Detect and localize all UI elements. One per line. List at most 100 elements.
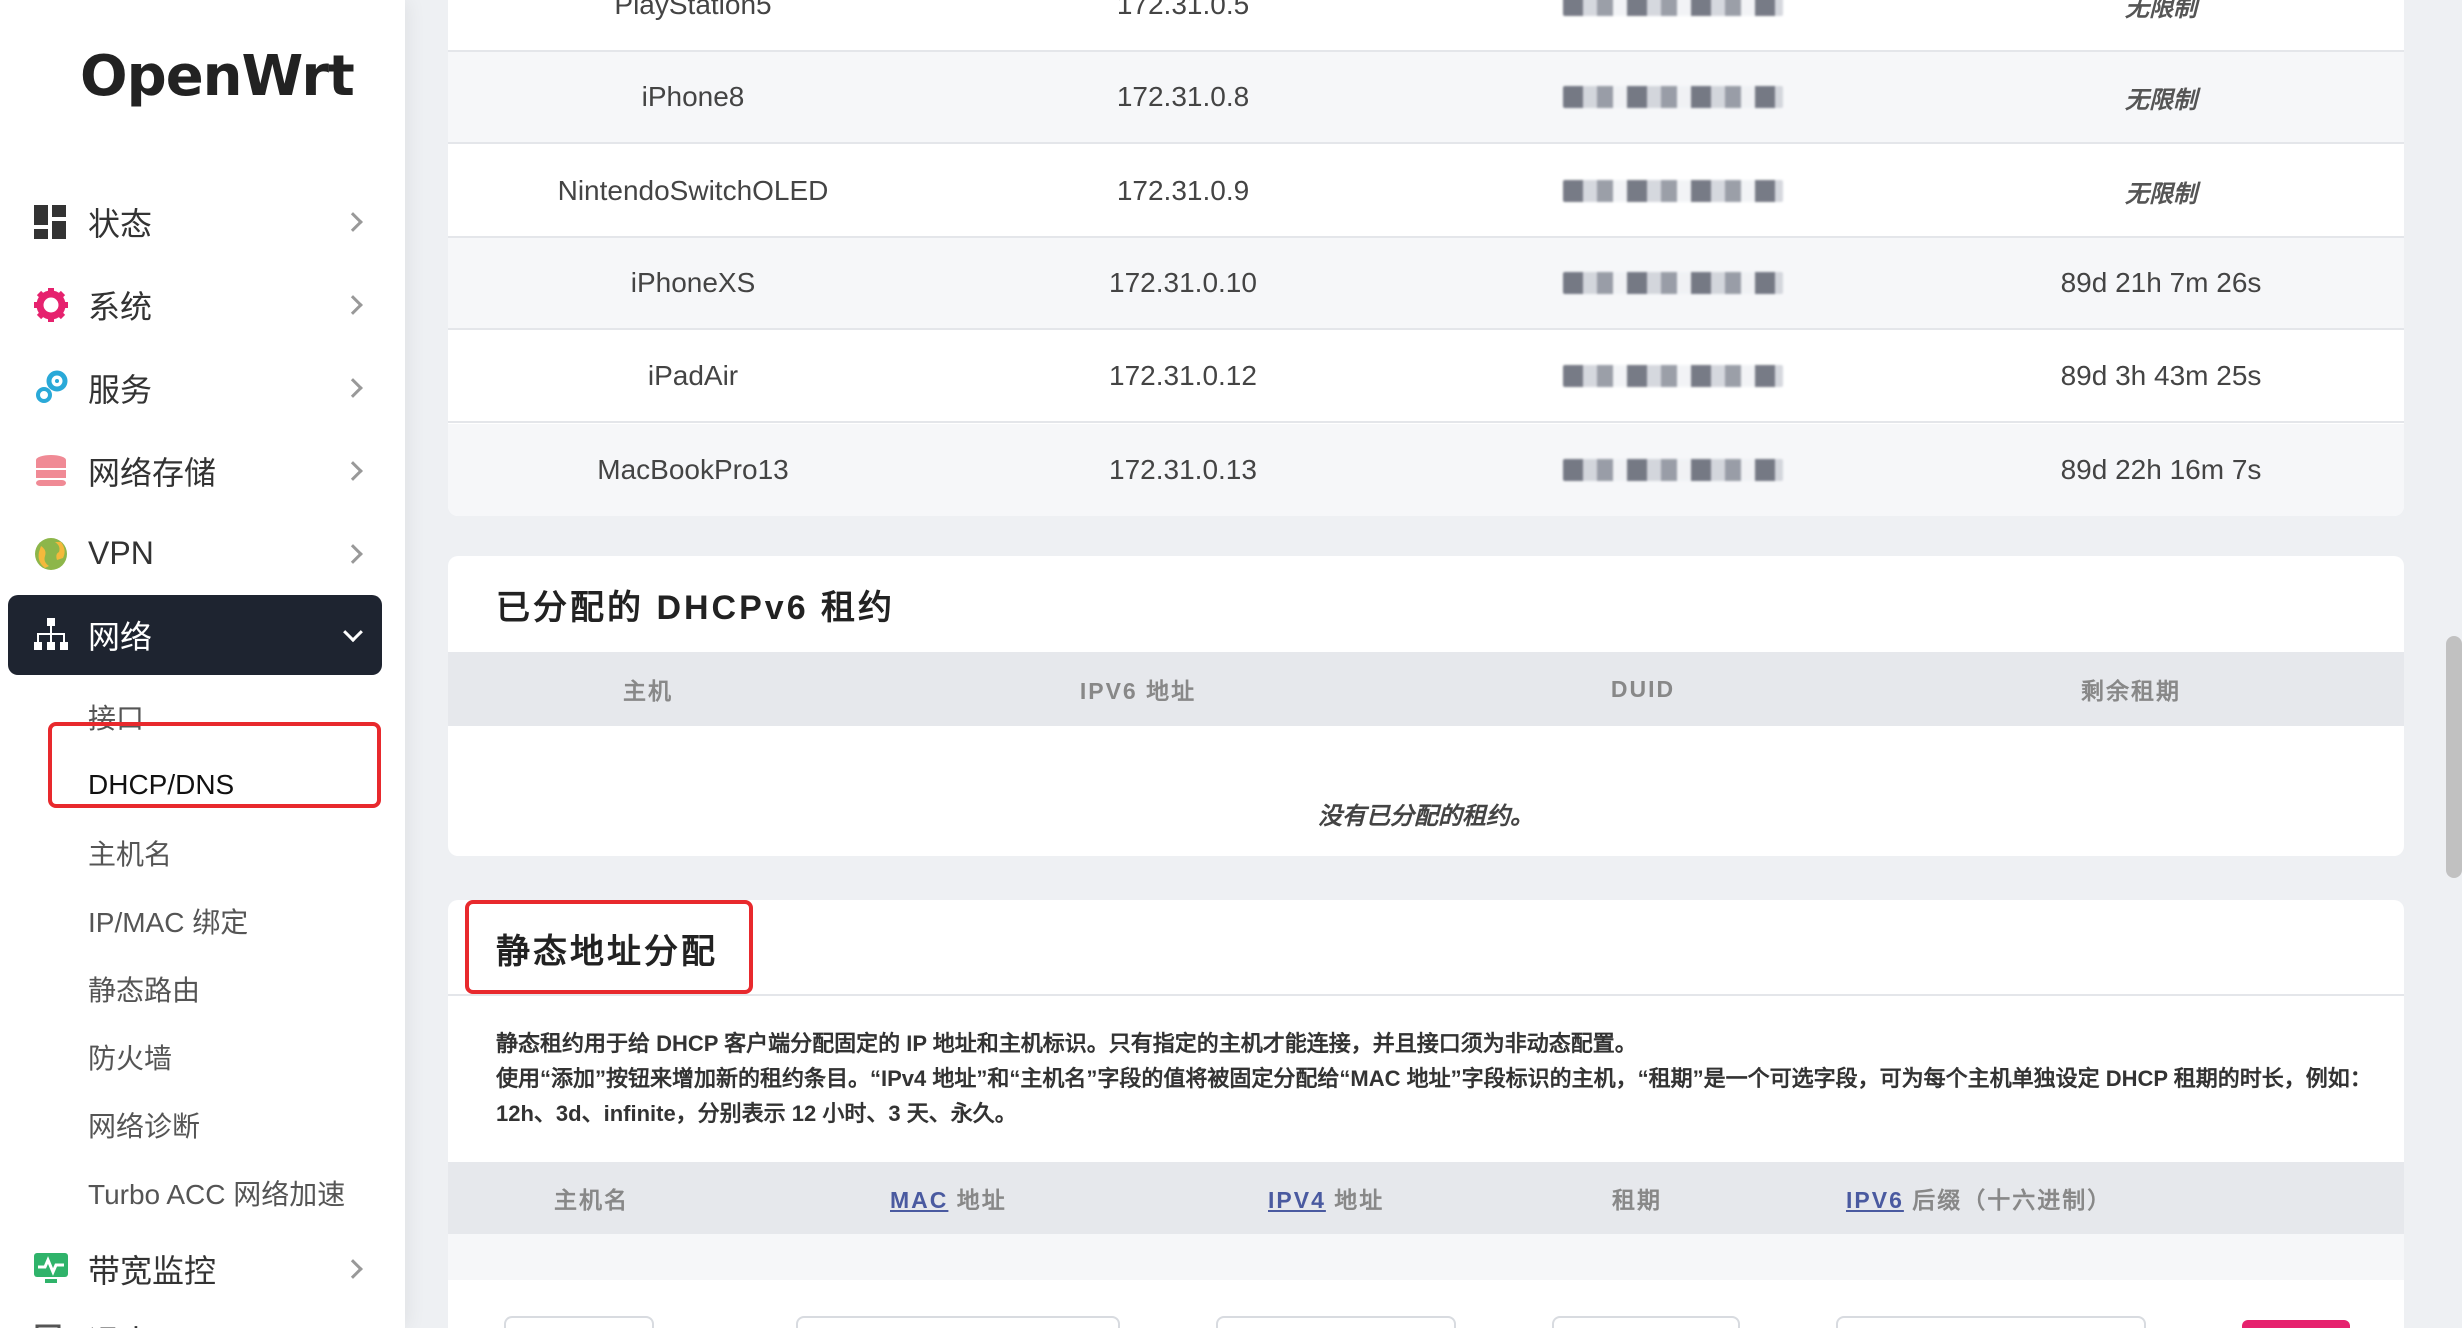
table-row: iPadAir 172.31.0.12 89d 3h 43m 25s bbox=[448, 331, 2404, 423]
col-duid: DUID bbox=[1610, 675, 1676, 702]
chevron-right-icon bbox=[343, 294, 363, 315]
sidebar-item-label: 带宽监控 bbox=[88, 1252, 217, 1289]
sidebar-item-label: 退出 bbox=[88, 1317, 152, 1328]
chevron-right-icon bbox=[343, 377, 363, 398]
lease-expire: 无限制 bbox=[2125, 0, 2197, 22]
col-mac: MAC 地址 bbox=[890, 1181, 1007, 1215]
sidebar-item-network[interactable]: 网络 bbox=[8, 595, 382, 675]
storage-icon bbox=[32, 452, 70, 490]
ipv6-suffix: 后缀（十六进制） bbox=[1912, 1187, 2113, 1213]
lease-host: PlayStation5 bbox=[614, 0, 772, 20]
sidebar-item-storage[interactable]: 网络存储 bbox=[8, 429, 382, 512]
lease-host: iPhoneXS bbox=[630, 267, 756, 298]
col-ipv4: IPV4 地址 bbox=[1268, 1181, 1384, 1215]
globe-icon bbox=[32, 535, 70, 573]
ipv6-suffix-input[interactable] bbox=[1836, 1316, 2146, 1328]
lease-ip: 172.31.0.10 bbox=[1109, 267, 1257, 298]
chevron-down-icon bbox=[343, 622, 363, 643]
submenu-item-static-routes[interactable]: 静态路由 bbox=[88, 955, 382, 1023]
lease-host: iPhone8 bbox=[641, 81, 745, 112]
lease-ip: 172.31.0.13 bbox=[1109, 454, 1257, 485]
static-table-header: 主机名 MAC 地址 IPV4 地址 租期 IPV6 后缀（十六进制） bbox=[448, 1162, 2404, 1234]
ipv6-abbr: IPV6 bbox=[1846, 1187, 1904, 1213]
divider bbox=[448, 994, 2404, 996]
sidebar-item-system[interactable]: 系统 bbox=[8, 263, 382, 346]
mac-suffix: 地址 bbox=[956, 1187, 1007, 1213]
static-description: 静态租约用于给 DHCP 客户端分配固定的 IP 地址和主机标识。只有指定的主机… bbox=[496, 1026, 2376, 1131]
hostname-input[interactable] bbox=[504, 1316, 654, 1328]
ipv4-input[interactable] bbox=[1216, 1316, 1456, 1328]
ipv4-suffix: 地址 bbox=[1334, 1187, 1385, 1213]
lease-expire: 89d 21h 7m 26s bbox=[2060, 267, 2262, 298]
lease-host: NintendoSwitchOLED bbox=[557, 175, 829, 206]
add-button[interactable] bbox=[2242, 1320, 2350, 1328]
ipv4-abbr: IPV4 bbox=[1268, 1187, 1326, 1213]
static-desc-line1: 静态租约用于给 DHCP 客户端分配固定的 IP 地址和主机标识。只有指定的主机… bbox=[496, 1031, 1637, 1056]
mac-abbr: MAC bbox=[890, 1187, 949, 1213]
ipv6-section-title: 已分配的 DHCPv6 租约 bbox=[496, 589, 896, 627]
table-row: MacBookPro13 172.31.0.13 89d 22h 16m 7s bbox=[448, 424, 2404, 516]
sidebar-item-status[interactable]: 状态 bbox=[8, 180, 382, 263]
sidebar-item-logout[interactable]: 退出 bbox=[8, 1310, 382, 1328]
col-remaining: 剩余租期 bbox=[2081, 678, 2181, 704]
chevron-right-icon bbox=[343, 460, 363, 481]
lease-expire: 89d 22h 16m 7s bbox=[2060, 454, 2262, 485]
lease-host: iPadAir bbox=[647, 360, 739, 391]
highlight-static-title bbox=[465, 900, 753, 994]
ipv6-table-header: 主机 IPV6 地址 DUID 剩余租期 bbox=[448, 652, 2404, 726]
sidebar-item-label: 系统 bbox=[88, 288, 153, 325]
lease-expire: 89d 3h 43m 25s bbox=[2060, 360, 2262, 391]
table-row: iPhone8 172.31.0.8 无限制 bbox=[448, 52, 2404, 144]
submenu-item-diagnostics[interactable]: 网络诊断 bbox=[88, 1091, 382, 1159]
sidebar-item-label: 服务 bbox=[88, 371, 153, 408]
chevron-right-icon bbox=[343, 543, 363, 564]
lease-expire: 无限制 bbox=[2125, 180, 2197, 208]
sidebar-item-vpn[interactable]: VPN bbox=[8, 512, 382, 595]
openwrt-logo: OpenWrt bbox=[80, 44, 355, 109]
empty-message: 没有已分配的租约。 bbox=[1318, 803, 1534, 830]
submenu-item-firewall[interactable]: 防火墙 bbox=[88, 1023, 382, 1091]
scrollbar[interactable] bbox=[2446, 636, 2462, 878]
lease-mac-redacted bbox=[1428, 459, 1918, 481]
lease-mac-redacted bbox=[1428, 0, 1918, 16]
chevron-right-icon bbox=[343, 211, 363, 232]
lease-ip: 172.31.0.8 bbox=[1116, 81, 1250, 112]
sidebar-item-services[interactable]: 服务 bbox=[8, 346, 382, 429]
static-empty-row bbox=[448, 1234, 2404, 1280]
lease-mac-redacted bbox=[1428, 86, 1918, 108]
mac-input[interactable] bbox=[796, 1316, 1120, 1328]
monitor-icon bbox=[32, 1250, 70, 1288]
submenu-item-turbo-acc[interactable]: Turbo ACC 网络加速 bbox=[88, 1159, 382, 1227]
network-icon bbox=[32, 616, 70, 654]
lease-ip: 172.31.0.9 bbox=[1116, 175, 1250, 206]
lease-ip: 172.31.0.12 bbox=[1109, 360, 1257, 391]
gear-icon bbox=[32, 286, 70, 324]
sidebar-item-label: VPN bbox=[88, 535, 154, 571]
chevron-right-icon bbox=[343, 1258, 363, 1279]
submenu-item-ip-mac-binding[interactable]: IP/MAC 绑定 bbox=[88, 887, 382, 955]
col-ipv6-suffix: IPV6 后缀（十六进制） bbox=[1846, 1181, 2112, 1215]
col-lease: 租期 bbox=[1612, 1187, 1662, 1213]
lease-mac-redacted bbox=[1428, 180, 1918, 202]
sidebar-item-label: 网络存储 bbox=[88, 454, 217, 491]
sidebar-item-bandwidth[interactable]: 带宽监控 bbox=[8, 1227, 382, 1310]
lease-expire: 无限制 bbox=[2125, 86, 2197, 114]
lease-mac-redacted bbox=[1428, 272, 1918, 294]
lease-mac-redacted bbox=[1428, 365, 1918, 387]
col-hostname: 主机名 bbox=[554, 1187, 629, 1213]
table-row: NintendoSwitchOLED 172.31.0.9 无限制 bbox=[448, 146, 2404, 238]
lease-host: MacBookPro13 bbox=[597, 454, 789, 485]
lease-input[interactable] bbox=[1552, 1316, 1740, 1328]
dashboard-icon bbox=[32, 203, 70, 241]
table-row: PlayStation5 172.31.0.5 无限制 bbox=[448, 0, 2404, 52]
services-icon bbox=[32, 369, 70, 407]
col-ipv6: IPV6 地址 bbox=[1079, 678, 1197, 704]
highlight-dhcp-dns bbox=[48, 722, 381, 808]
sidebar-item-label: 状态 bbox=[88, 205, 153, 242]
col-host: 主机 bbox=[623, 678, 673, 704]
static-desc-line2: 使用“添加”按钮来增加新的租约条目。“IPv4 地址”和“主机名”字段的值将被固… bbox=[496, 1066, 2372, 1126]
sidebar-item-label: 网络 bbox=[88, 619, 153, 655]
logout-icon bbox=[32, 1321, 70, 1328]
submenu-item-hostnames[interactable]: 主机名 bbox=[88, 819, 382, 887]
lease-ip: 172.31.0.5 bbox=[1116, 0, 1250, 20]
